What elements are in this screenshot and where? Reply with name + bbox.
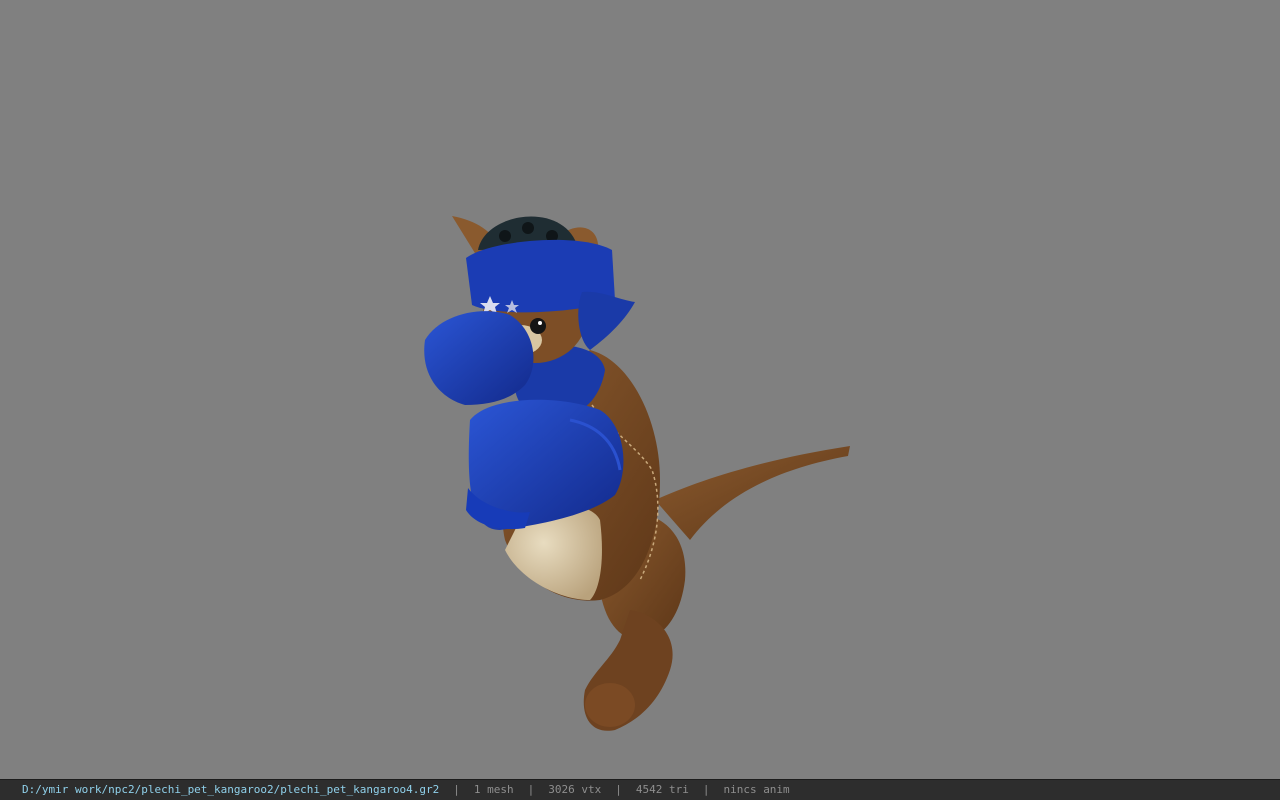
- separator: |: [453, 783, 460, 796]
- triangle-count: 4542 tri: [635, 783, 689, 796]
- tail: [655, 446, 850, 540]
- kangaroo-model-render[interactable]: [0, 0, 1280, 779]
- vertex-count: 3026 vtx: [548, 783, 602, 796]
- animation-status: nincs anim: [723, 783, 790, 796]
- 3d-viewport[interactable]: [0, 0, 1280, 779]
- mesh-count: 1 mesh: [473, 783, 514, 796]
- eye: [530, 318, 546, 334]
- file-path: D:/ymir work/npc2/plechi_pet_kangaroo2/p…: [22, 783, 440, 796]
- separator: |: [527, 783, 535, 796]
- left-glove: [424, 311, 534, 405]
- helmet-ear-flap: [578, 291, 635, 350]
- status-bar: D:/ymir work/npc2/plechi_pet_kangaroo2/p…: [0, 779, 1280, 800]
- separator: |: [615, 783, 622, 796]
- foot-pad: [585, 683, 635, 727]
- separator: |: [702, 783, 710, 796]
